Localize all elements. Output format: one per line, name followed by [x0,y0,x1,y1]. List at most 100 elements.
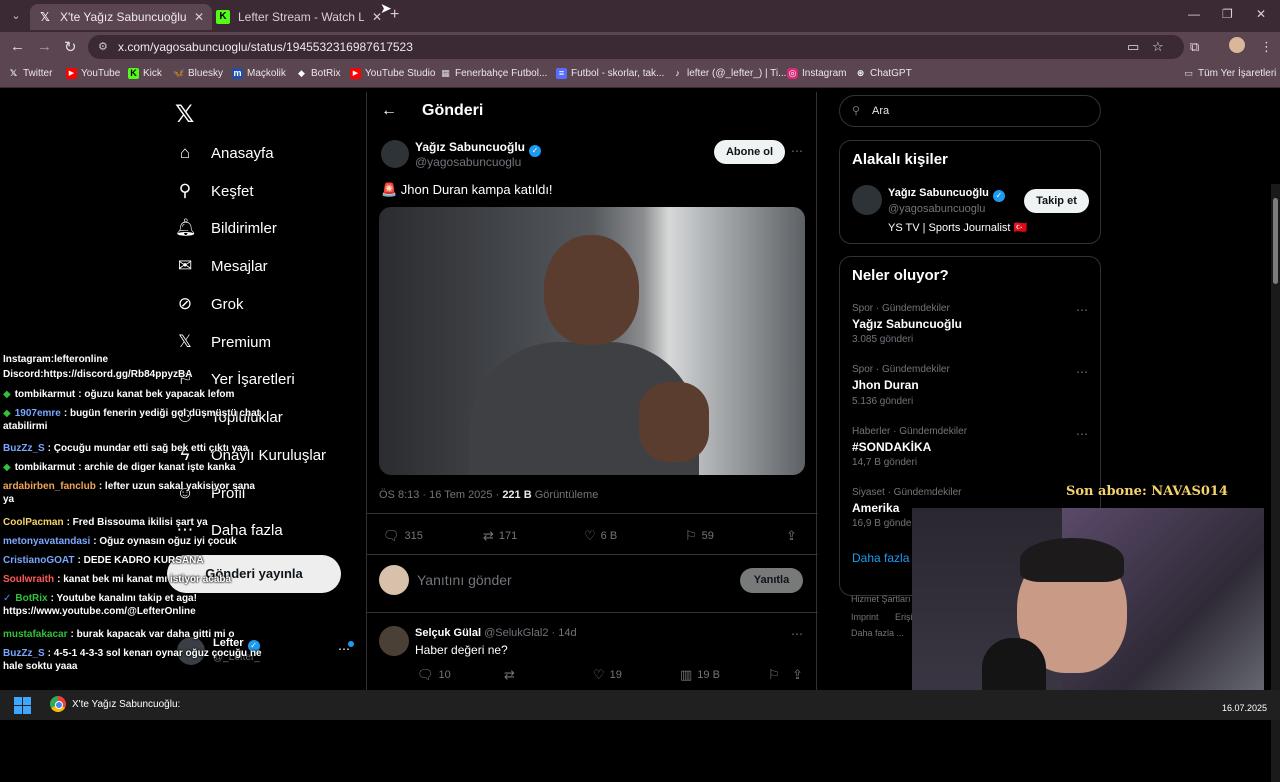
reply-share-action[interactable]: ⇪ [792,667,803,683]
trend-more-icon[interactable]: ⋯ [1076,365,1089,379]
views-count: 19 B [697,669,720,681]
back-arrow-icon[interactable]: ← [381,102,397,120]
sidebar-item-explore[interactable]: ⚲ Keşfet [175,181,254,201]
bookmark-mackolik[interactable]: m Maçkolik [232,68,286,79]
address-bar[interactable]: ⚙ x.com/yagosabuncuoglu/status/194553231… [88,35,1184,59]
bookmark-futbol[interactable]: ≡ Futbol - skorlar, tak... [556,68,664,79]
bookmark-fenerbahce[interactable]: ▦ Fenerbahçe Futbol... [440,68,547,79]
reply-avatar[interactable] [379,626,409,656]
tab-search-button[interactable]: ⌄ [6,6,26,26]
bookmark-icon: ⚐ [768,667,780,682]
bookmark-instagram[interactable]: ◎ Instagram [787,68,846,79]
grid-icon: ▦ [441,68,450,78]
webcam-hair [1020,538,1124,582]
taskbar-chrome-app[interactable]: X'te Yağız Sabuncuoğlu: [50,696,180,712]
tab-x-post[interactable]: 𝕏 X'te Yağız Sabuncuoğlu: "🚨 Jh ✕ [30,4,213,30]
like-action[interactable]: ♡ 6 B [584,528,617,544]
back-button[interactable]: ← [10,38,25,55]
profile-avatar[interactable] [1229,37,1245,53]
diamond-badge-icon: ◆ [3,408,11,419]
trend-count: 3.085 gönderi [852,334,914,345]
reply-author-handle: @SelukGlal2 · 14d [484,627,577,639]
reply-action[interactable]: 🗨︎ 315 [383,528,423,544]
bookmark-kick[interactable]: K Kick [128,68,162,79]
search-input[interactable]: ⚲ Ara [839,95,1101,127]
bookmark-star-icon[interactable]: ☆ [1152,39,1164,55]
subscribe-button[interactable]: Abone ol [714,140,785,164]
reply-reply-action[interactable]: 🗨︎ 10 [417,667,451,683]
search-icon: ⚲ [852,105,861,117]
extensions-icon[interactable]: ⧉ [1190,39,1199,55]
trend-count: 5.136 gönderi [852,396,914,407]
bookmark-youtube[interactable]: ▶ YouTube [66,68,120,79]
share-action[interactable]: ⇪ [786,528,797,544]
bookmark-bluesky[interactable]: 🦋 Bluesky [173,68,223,79]
forward-button[interactable]: → [37,38,52,55]
menu-icon[interactable]: ⋮ [1260,39,1273,55]
reply-bookmark-action[interactable]: ⚐ [768,667,780,683]
last-subscriber-overlay: Son abone: NAVAS014 [1066,484,1228,499]
author-avatar[interactable] [381,140,409,168]
minimize-button[interactable]: — [1188,7,1200,21]
sidebar-item-home[interactable]: ⌂ Anasayfa [175,143,274,163]
repost-action[interactable]: ⇄ 171 [483,528,517,544]
footer-link[interactable]: Daha fazla ... [851,628,904,638]
sidebar-item-label: Mesajlar [211,257,268,275]
tab-kick-stream[interactable]: K Lefter Stream - Watch Live on K ✕ [208,4,390,30]
site-info-icon[interactable]: ⚙ [98,35,108,59]
reload-button[interactable]: ↻ [64,38,77,56]
close-icon[interactable]: ✕ [194,10,204,24]
taskbar-date[interactable]: 16.07.2025 [1222,703,1267,713]
show-more-link[interactable]: Daha fazla g [852,551,919,565]
bookmark-tiktok[interactable]: ♪ lefter (@_lefter_) | Ti... [672,68,786,79]
heart-icon: ♡ [593,667,605,682]
reply-input[interactable]: Yanıtını gönder [417,572,512,588]
sidebar-item-grok[interactable]: ⊘ Grok [175,294,244,314]
bookmark-botrix[interactable]: ◆ BotRix [296,68,340,79]
footer-link[interactable]: Hizmet Şartları [851,594,911,604]
reply-repost-action[interactable]: ⇄ [504,667,515,683]
trend-name[interactable]: Yağız Sabuncuoğlu [852,317,962,331]
footer-link[interactable]: Erişi [895,612,913,622]
sidebar-item-notifications[interactable]: 🔔︎ Bildirimler [175,218,277,238]
bookmark-chatgpt[interactable]: ⊛ ChatGPT [855,68,912,79]
person-name[interactable]: Yağız Sabuncuoğlu ✓ [888,187,1005,202]
reply-button[interactable]: Yanıtla [740,568,803,593]
person-avatar[interactable] [852,185,882,215]
reply-more-icon[interactable]: ⋯ [791,627,804,641]
trend-name[interactable]: #SONDAKİKA [852,440,931,454]
person-handle[interactable]: @yagosabuncuoglu [888,203,985,215]
tiktok-icon: ♪ [675,68,680,78]
reply-author[interactable]: Selçuk Gülal @SelukGlal2 · 14d [415,627,577,639]
tweet-time[interactable]: ÖS 8:13 · 16 Tem 2025 · [379,489,502,501]
sidebar-item-premium[interactable]: 𝕏 Premium [175,332,271,352]
bookmark-youtube-studio[interactable]: ▶ YouTube Studio [350,68,435,79]
trend-name[interactable]: Jhon Duran [852,378,919,392]
bookmark-action[interactable]: ⚐ 59 [685,528,714,544]
analytics-icon: ▥ [680,667,693,682]
sidebar-item-label: Bildirimler [211,219,277,237]
all-bookmarks-folder[interactable]: ▭ Tüm Yer İşaretleri [1183,68,1276,79]
author-handle[interactable]: @yagosabuncuoglu [415,155,521,169]
windows-start-icon[interactable] [14,697,31,714]
x-logo-icon[interactable]: 𝕏 [175,100,194,129]
follow-button[interactable]: Takip et [1024,189,1089,213]
tweet-image[interactable] [379,207,805,475]
close-window-button[interactable]: ✕ [1256,7,1266,21]
footer-link[interactable]: Imprint [851,612,879,622]
restore-button[interactable]: ❐ [1222,7,1233,21]
trend-more-icon[interactable]: ⋯ [1076,427,1089,441]
bookmark-label: Tüm Yer İşaretleri [1198,68,1277,79]
trend-name[interactable]: Amerika [852,501,899,515]
trend-more-icon[interactable]: ⋯ [1076,303,1089,317]
cast-icon[interactable]: ▭ [1127,39,1139,55]
chat-message: Soulwraith: kanat bek mi kanat mı istiyo… [3,573,263,586]
more-icon[interactable]: ⋯ [791,144,804,158]
person-name-text: Yağız Sabuncuoğlu [888,187,989,199]
reply-like-action[interactable]: ♡ 19 [593,667,622,683]
sidebar-item-messages[interactable]: ✉ Mesajlar [175,256,268,276]
reply-views-action[interactable]: ▥ 19 B [680,667,720,683]
chat-username: Soulwraith [3,574,55,585]
scrollbar-thumb[interactable] [1273,198,1278,284]
bookmark-twitter[interactable]: 𝕏 Twitter [8,68,53,79]
